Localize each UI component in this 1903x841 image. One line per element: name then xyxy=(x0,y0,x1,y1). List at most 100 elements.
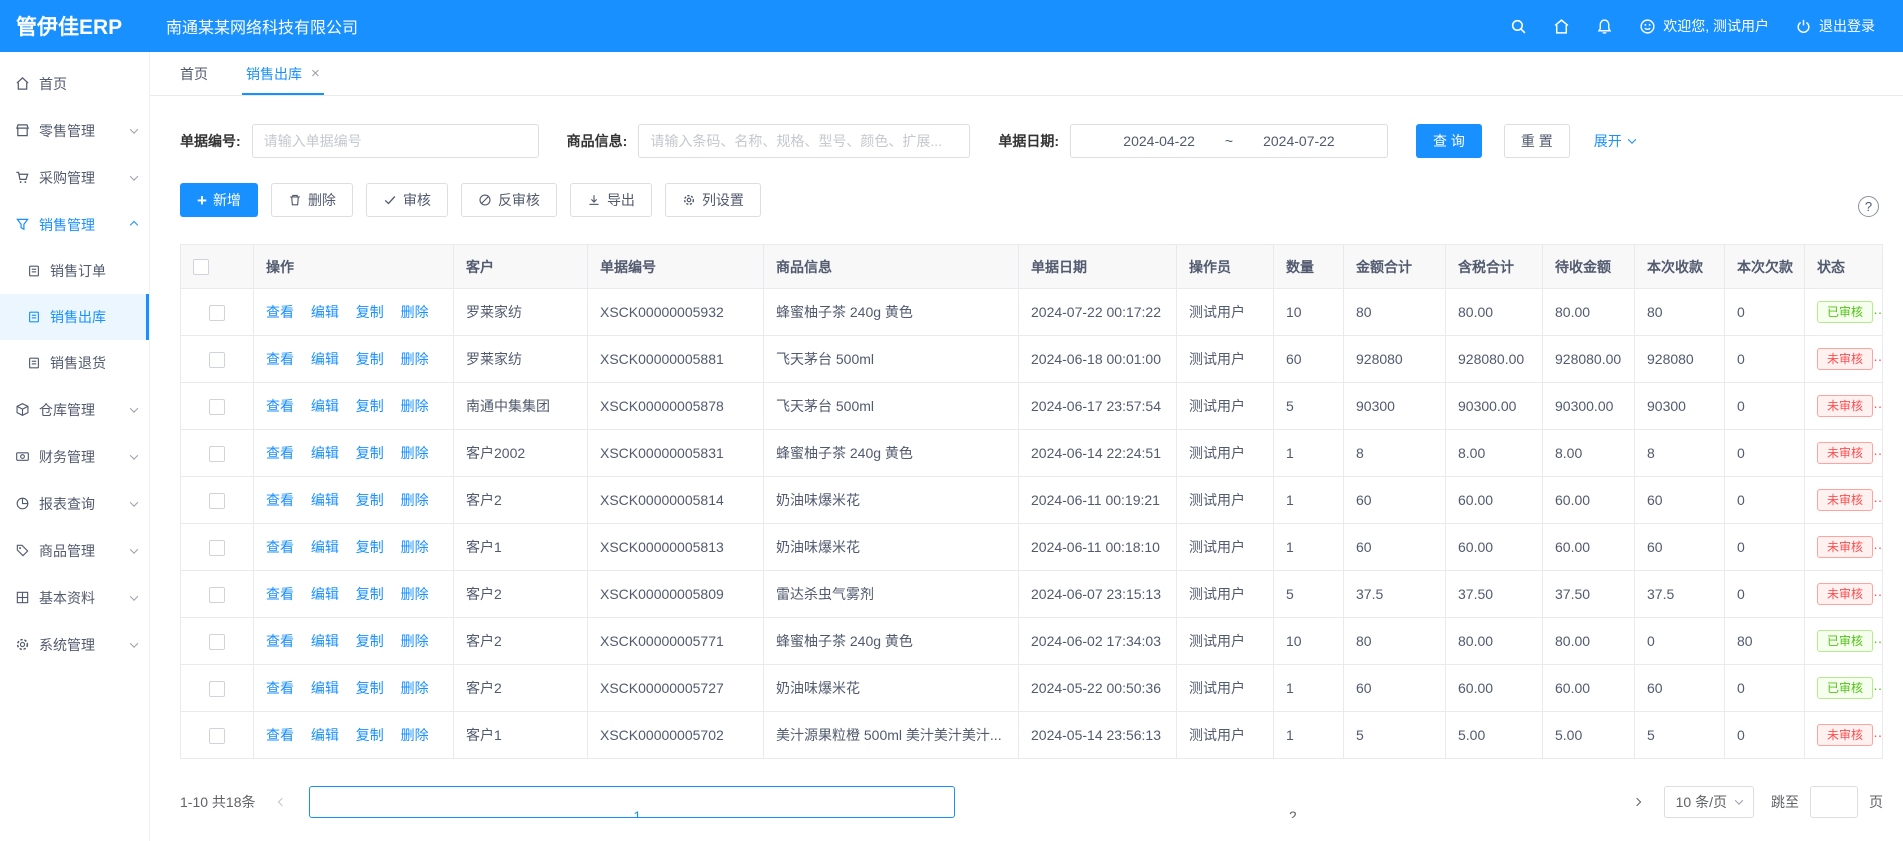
view-link[interactable]: 查看 xyxy=(266,586,294,602)
sidebar-item-purchase[interactable]: 采购管理 xyxy=(0,154,149,201)
next-page-button[interactable] xyxy=(1621,786,1653,818)
help-icon[interactable]: ? xyxy=(1858,196,1879,217)
sidebar-item-sales-return[interactable]: 销售退货 xyxy=(0,340,149,386)
doc-no-input[interactable] xyxy=(252,124,539,158)
sidebar-item-reports[interactable]: 报表查询 xyxy=(0,480,149,527)
row-checkbox[interactable] xyxy=(209,587,225,603)
edit-link[interactable]: 编辑 xyxy=(311,586,339,602)
delete-link[interactable]: 删除 xyxy=(401,633,429,649)
view-link[interactable]: 查看 xyxy=(266,304,294,320)
row-checkbox[interactable] xyxy=(209,399,225,415)
tax-total-cell: 90300.00 xyxy=(1446,383,1543,430)
view-link[interactable]: 查看 xyxy=(266,727,294,743)
select-all-checkbox[interactable] xyxy=(193,259,209,275)
status-badge: 未审核 xyxy=(1817,724,1873,746)
logout-button[interactable]: 退出登录 xyxy=(1795,16,1875,36)
row-checkbox[interactable] xyxy=(209,493,225,509)
sidebar-item-sales[interactable]: 销售管理 xyxy=(0,201,149,248)
delete-link[interactable]: 删除 xyxy=(401,304,429,320)
row-checkbox[interactable] xyxy=(209,681,225,697)
row-checkbox[interactable] xyxy=(209,634,225,650)
chevron-down-icon xyxy=(130,404,138,412)
sidebar-item-basic-data[interactable]: 基本资料 xyxy=(0,574,149,621)
sidebar-item-warehouse[interactable]: 仓库管理 xyxy=(0,386,149,433)
row-checkbox[interactable] xyxy=(209,728,225,744)
view-link[interactable]: 查看 xyxy=(266,492,294,508)
delete-link[interactable]: 删除 xyxy=(401,680,429,696)
search-button[interactable]: 查 询 xyxy=(1416,124,1482,158)
sidebar-item-retail[interactable]: 零售管理 xyxy=(0,107,149,154)
copy-link[interactable]: 复制 xyxy=(356,680,384,696)
page-2-button[interactable]: 2 xyxy=(966,786,1610,818)
prev-page-button[interactable] xyxy=(266,786,298,818)
row-checkbox[interactable] xyxy=(209,540,225,556)
date-range-picker[interactable]: 2024-04-22 ~ 2024-07-22 xyxy=(1070,124,1388,158)
expand-link[interactable]: 展开 xyxy=(1594,131,1635,151)
delete-link[interactable]: 删除 xyxy=(401,586,429,602)
sidebar-item-sales-order[interactable]: 销售订单 xyxy=(0,248,149,294)
view-link[interactable]: 查看 xyxy=(266,680,294,696)
copy-link[interactable]: 复制 xyxy=(356,633,384,649)
edit-link[interactable]: 编辑 xyxy=(311,727,339,743)
copy-link[interactable]: 复制 xyxy=(356,304,384,320)
edit-link[interactable]: 编辑 xyxy=(311,680,339,696)
amount-cell: 80 xyxy=(1344,618,1446,665)
edit-link[interactable]: 编辑 xyxy=(311,351,339,367)
delete-link[interactable]: 删除 xyxy=(401,351,429,367)
row-checkbox[interactable] xyxy=(209,446,225,462)
row-checkbox[interactable] xyxy=(209,352,225,368)
unaudit-button[interactable]: 反审核 xyxy=(461,183,557,217)
jump-to-input[interactable] xyxy=(1810,786,1858,818)
delete-button[interactable]: 删除 xyxy=(271,183,353,217)
copy-link[interactable]: 复制 xyxy=(356,445,384,461)
copy-link[interactable]: 复制 xyxy=(356,398,384,414)
row-checkbox[interactable] xyxy=(209,305,225,321)
notification-bell-icon[interactable] xyxy=(1596,18,1613,35)
sidebar-item-finance[interactable]: 财务管理 xyxy=(0,433,149,480)
copy-link[interactable]: 复制 xyxy=(356,586,384,602)
sidebar-item-products[interactable]: 商品管理 xyxy=(0,527,149,574)
tab-home[interactable]: 首页 xyxy=(180,52,208,95)
delete-link[interactable]: 删除 xyxy=(401,727,429,743)
delete-link[interactable]: 删除 xyxy=(401,539,429,555)
copy-link[interactable]: 复制 xyxy=(356,351,384,367)
export-button[interactable]: 导出 xyxy=(570,183,652,217)
operator-cell: 测试用户 xyxy=(1177,336,1274,383)
view-link[interactable]: 查看 xyxy=(266,539,294,555)
search-icon[interactable] xyxy=(1510,18,1527,35)
delete-link[interactable]: 删除 xyxy=(401,445,429,461)
delete-link[interactable]: 删除 xyxy=(401,398,429,414)
column-settings-button[interactable]: 列设置 xyxy=(665,183,761,217)
page-1-button[interactable]: 1 xyxy=(309,786,955,818)
edit-link[interactable]: 编辑 xyxy=(311,398,339,414)
copy-link[interactable]: 复制 xyxy=(356,492,384,508)
copy-link[interactable]: 复制 xyxy=(356,539,384,555)
reset-button[interactable]: 重 置 xyxy=(1504,124,1570,158)
edit-link[interactable]: 编辑 xyxy=(311,445,339,461)
home-icon[interactable] xyxy=(1553,18,1570,35)
edit-link[interactable]: 编辑 xyxy=(311,492,339,508)
edit-link[interactable]: 编辑 xyxy=(311,633,339,649)
date-end-value[interactable]: 2024-07-22 xyxy=(1263,133,1335,149)
product-info-input[interactable] xyxy=(638,124,970,158)
view-link[interactable]: 查看 xyxy=(266,351,294,367)
date-start-value[interactable]: 2024-04-22 xyxy=(1123,133,1195,149)
date-cell: 2024-06-11 00:18:10 xyxy=(1019,524,1177,571)
view-link[interactable]: 查看 xyxy=(266,398,294,414)
view-link[interactable]: 查看 xyxy=(266,445,294,461)
add-button[interactable]: + 新增 xyxy=(180,183,258,217)
sidebar-item-sales-outbound[interactable]: 销售出库 xyxy=(0,294,149,340)
welcome-user[interactable]: 欢迎您, 测试用户 xyxy=(1639,16,1769,36)
copy-link[interactable]: 复制 xyxy=(356,727,384,743)
sidebar-item-home[interactable]: 首页 xyxy=(0,60,149,107)
audit-button[interactable]: 审核 xyxy=(366,183,448,217)
page-size-select[interactable]: 10 条/页 xyxy=(1664,786,1754,818)
edit-link[interactable]: 编辑 xyxy=(311,304,339,320)
edit-link[interactable]: 编辑 xyxy=(311,539,339,555)
view-link[interactable]: 查看 xyxy=(266,633,294,649)
chevron-down-icon xyxy=(130,125,138,133)
tab-sales-outbound[interactable]: 销售出库 × xyxy=(246,52,320,95)
sidebar-item-system[interactable]: 系统管理 xyxy=(0,621,149,668)
delete-link[interactable]: 删除 xyxy=(401,492,429,508)
close-icon[interactable]: × xyxy=(311,66,320,81)
